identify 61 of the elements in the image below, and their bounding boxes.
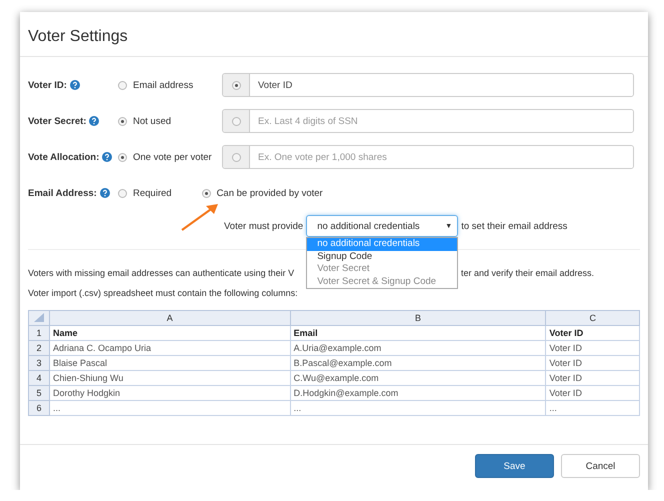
input-field[interactable]: Ex. Last 4 digits of SSN [222,109,634,133]
table-cell: C.Wu@example.com [290,370,546,386]
radio-button[interactable] [232,152,240,162]
radio-button[interactable] [118,116,127,126]
row-header: 2 [28,340,50,356]
setting-label: Voter ID: [28,80,67,90]
help-icon[interactable] [100,188,110,198]
note-text: Voters with missing email addresses can authenticate using their V [28,268,294,278]
option-label: One vote per voter [133,152,212,162]
row-header: 4 [28,370,50,386]
table-cell: Voter ID [546,326,640,340]
arrow-drawing [180,202,220,232]
setting-label: Email Address: [28,188,97,198]
column-header: C [546,310,640,326]
row-header: 6 [28,400,50,416]
save-button[interactable]: Save [475,454,554,478]
table-cell: Voter ID [546,370,640,386]
radio-button[interactable] [118,80,127,90]
table-cell: B.Pascal@example.com [290,356,546,370]
help-icon[interactable] [70,80,80,90]
table-cell: Voter ID [546,386,640,400]
table-cell: Dorothy Hodgkin [50,386,290,400]
cancel-button[interactable]: Cancel [561,454,640,478]
table-cell: Email [290,326,546,340]
row-header: 1 [28,326,50,340]
table-cell: ... [546,400,640,416]
radio-button[interactable] [118,188,127,198]
table-cell: Chien-Shiung Wu [50,370,290,386]
radio-button[interactable] [202,188,211,198]
radio-button[interactable] [232,116,240,126]
table-cell: ... [290,400,546,416]
help-icon[interactable] [89,116,100,126]
table-cell: ... [50,400,290,416]
table-cell: Voter ID [546,340,640,356]
input-field[interactable]: Ex. One vote per 1,000 shares [222,145,634,169]
note-text: Voter import (.csv) spreadsheet must contain the following columns: [28,288,298,298]
radio-button[interactable] [232,80,240,90]
table-cell: A.Uria@example.com [290,340,546,356]
table-cell: Adriana C. Ocampo Uria [50,340,290,356]
table-cell: Voter ID [546,356,640,370]
option-label: Not used [133,116,172,126]
row-header: 5 [28,386,50,400]
row-header: 3 [28,356,50,370]
credentials-suffix: to set their email address [461,220,568,232]
input-field[interactable]: Voter ID [222,73,634,97]
option-label: Email address [133,80,194,90]
table-cell: Name [50,326,290,340]
column-header: B [290,310,546,326]
table-cell: Blaise Pascal [50,356,290,370]
dialog-title: Voter Settings [28,28,129,46]
setting-label: Vote Allocation: [28,152,100,162]
setting-label: Voter Secret: [28,116,86,126]
column-header: A [50,310,290,326]
radio-button[interactable] [118,152,127,162]
dropdown-option[interactable]: Signup Code [307,250,458,263]
help-icon[interactable] [102,152,112,162]
option-label: Required [133,188,172,198]
credentials-label: Voter must provide [224,220,304,232]
table-cell: D.Hodgkin@example.com [290,386,546,400]
option-label: Can be provided by voter [216,188,323,198]
note-text: ter and verify their email address. [461,268,594,278]
